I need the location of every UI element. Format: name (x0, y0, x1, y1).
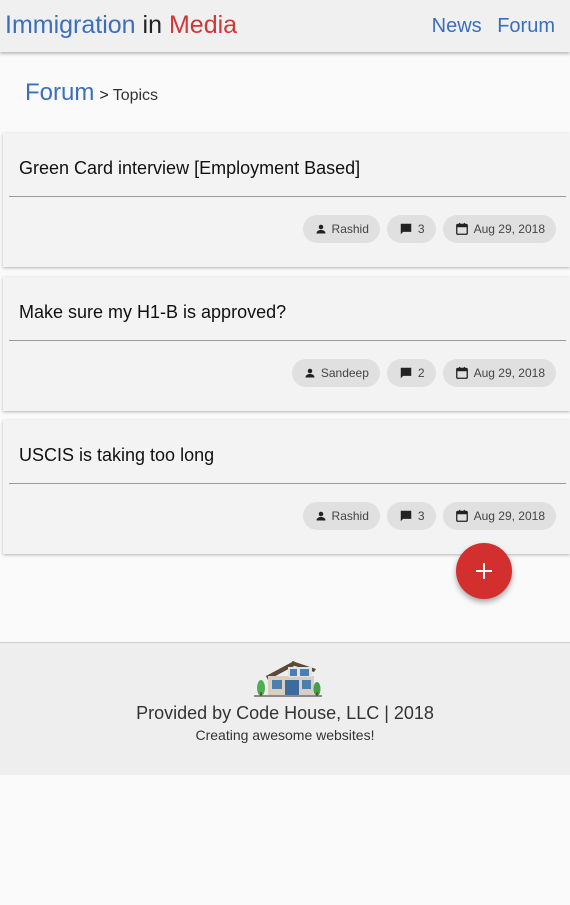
nav-link-news[interactable]: News (432, 15, 482, 37)
footer-tagline: Creating awesome websites! (195, 727, 375, 743)
reply-count: 3 (417, 222, 425, 236)
card-divider (9, 196, 566, 197)
brand-word-in: in (142, 11, 163, 39)
post-date: Aug 29, 2018 (473, 366, 545, 380)
page-footer: Provided by Code House, LLC | 2018 Creat… (0, 642, 570, 775)
breadcrumb-separator: > (99, 87, 109, 104)
topic-meta: Rashid 3 Aug 29, 2018 (302, 502, 556, 530)
reply-count: 2 (417, 366, 425, 380)
brand-word-immigration: Immigration (5, 11, 136, 39)
date-chip: Aug 29, 2018 (442, 502, 556, 530)
date-chip: Aug 29, 2018 (442, 359, 556, 387)
calendar-icon (455, 509, 468, 522)
card-divider (9, 483, 566, 484)
replies-chip: 3 (386, 502, 436, 530)
author-name: Rashid (331, 222, 369, 236)
breadcrumb: Forum > Topics (25, 79, 158, 107)
author-name: Rashid (331, 509, 369, 523)
person-icon (316, 224, 326, 234)
brand-title[interactable]: Immigration in Media (5, 11, 237, 40)
topic-meta: Sandeep 2 Aug 29, 2018 (291, 359, 556, 387)
topic-card[interactable]: Green Card interview [Employment Based] … (3, 133, 570, 267)
nav-link-forum[interactable]: Forum (497, 15, 555, 37)
author-chip: Rashid (302, 215, 380, 243)
comment-icon (400, 510, 412, 522)
post-date: Aug 29, 2018 (473, 222, 545, 236)
breadcrumb-forum-link[interactable]: Forum (25, 79, 94, 106)
author-chip: Sandeep (291, 359, 380, 387)
topic-card[interactable]: Make sure my H1-B is approved? Sandeep 2… (3, 277, 570, 411)
author-name: Sandeep (320, 366, 369, 380)
calendar-icon (455, 366, 468, 379)
date-chip: Aug 29, 2018 (442, 215, 556, 243)
topic-title[interactable]: Green Card interview [Employment Based] (19, 158, 360, 179)
comment-icon (400, 223, 412, 235)
house-logo (254, 661, 322, 697)
top-app-bar: Immigration in Media News Forum (0, 0, 570, 52)
footer-credit: Provided by Code House, LLC | 2018 (136, 703, 434, 723)
author-chip: Rashid (302, 502, 380, 530)
reply-count: 3 (417, 509, 425, 523)
post-date: Aug 29, 2018 (473, 509, 545, 523)
person-icon (305, 368, 315, 378)
main-nav: News Forum (422, 15, 555, 38)
brand-word-media: Media (168, 11, 238, 39)
calendar-icon (455, 222, 468, 235)
comment-icon (400, 367, 412, 379)
topic-title[interactable]: USCIS is taking too long (19, 445, 214, 466)
person-icon (316, 511, 326, 521)
breadcrumb-current: Topics (112, 87, 159, 104)
card-divider (9, 340, 566, 341)
topic-card[interactable]: USCIS is taking too long Rashid 3 Aug 29… (3, 420, 570, 554)
plus-icon (476, 563, 492, 579)
replies-chip: 2 (386, 359, 436, 387)
replies-chip: 3 (386, 215, 436, 243)
topic-title[interactable]: Make sure my H1-B is approved? (19, 302, 286, 323)
topic-meta: Rashid 3 Aug 29, 2018 (302, 215, 556, 243)
add-topic-button[interactable] (456, 543, 512, 599)
